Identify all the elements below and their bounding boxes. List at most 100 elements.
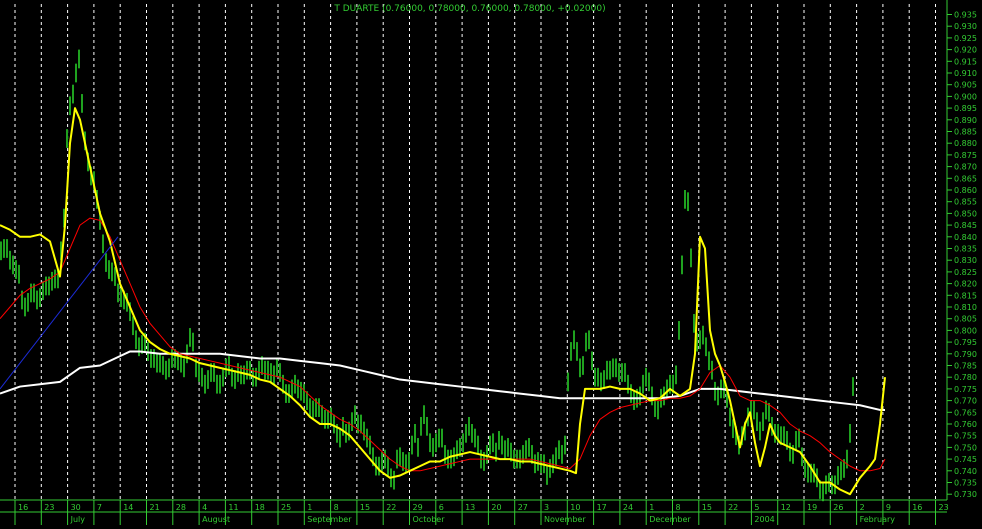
y-tick-label: 0.915 [954,57,977,66]
x-day-label: 19 [807,503,817,512]
price-bar [783,426,785,446]
x-month-label: August [202,515,230,524]
price-bar [648,372,650,392]
price-bar [789,442,791,462]
x-day-label: 13 [465,503,475,512]
y-tick-label: 0.835 [954,245,977,254]
price-bar [69,96,71,116]
price-bar [0,241,2,261]
price-bar [594,367,596,387]
price-bar [624,363,626,382]
x-day-label: 23 [939,503,949,512]
price-bar [219,374,221,394]
price-bar [369,435,371,455]
price-bar [378,456,380,476]
price-bar [423,405,425,424]
y-tick-label: 0.800 [954,326,977,335]
price-bar [501,435,503,455]
x-day-label: 16 [18,503,28,512]
price-bar [681,255,683,275]
price-bar [321,405,323,424]
y-tick-label: 0.925 [954,34,977,43]
price-bar [714,381,716,401]
price-bar [612,358,614,378]
price-bar [297,379,299,399]
y-tick-label: 0.770 [954,397,977,406]
x-day-label: 16 [912,503,922,512]
y-tick-label: 0.890 [954,116,977,125]
price-bar [327,409,329,429]
x-month-label: December [649,515,691,524]
price-bar [471,424,473,443]
price-bar [198,363,200,382]
x-day-label: 17 [597,503,607,512]
x-day-label: 23 [44,503,54,512]
x-month-label: 2004 [754,515,774,524]
price-bar [468,416,470,436]
x-day-label: 8 [334,503,339,512]
price-bar [615,358,617,378]
x-day-label: 22 [728,503,738,512]
price-bar [435,433,437,453]
x-day-label: 14 [123,503,133,512]
price-bar [15,260,17,279]
x-month-label: October [413,515,446,524]
price-bar [561,445,563,464]
y-tick-label: 0.845 [954,221,977,230]
price-bar [642,374,644,394]
price-bar [12,255,14,275]
x-day-label: 4 [202,503,207,512]
price-bar [246,360,248,380]
price-bar [36,290,38,310]
price-bar [507,438,509,457]
y-tick-label: 0.815 [954,291,977,300]
price-bar [573,330,575,350]
y-tick-label: 0.790 [954,350,977,359]
price-bar [39,288,41,307]
price-bar [276,358,278,378]
price-bar [174,349,176,368]
price-bar [477,435,479,455]
price-bar [687,192,689,212]
y-tick-label: 0.730 [954,490,977,499]
price-bar [585,332,587,352]
price-bar [582,356,584,375]
x-day-label: 20 [491,503,501,512]
price-bar [417,438,419,457]
price-bar [807,463,809,483]
price-bar [351,412,353,432]
x-day-label: 9 [886,503,891,512]
price-bar [192,332,194,352]
y-tick-label: 0.900 [954,92,977,101]
chart-title: T DUARTE (0.76000, 0.78000, 0.76000, 0.7… [333,4,605,14]
price-bar [387,456,389,476]
price-bar [324,409,326,429]
x-day-label: 1 [307,503,312,512]
price-bar [666,379,668,399]
price-bar [684,190,686,209]
x-month-label: September [307,515,352,524]
y-tick-label: 0.875 [954,151,977,160]
x-day-label: 18 [255,503,265,512]
price-bar [363,421,365,441]
price-bar [405,454,407,474]
x-day-label: 12 [781,503,791,512]
price-bar [207,370,209,389]
price-bar [492,433,494,453]
price-bar [444,445,446,464]
price-bar [24,297,26,317]
x-day-label: 7 [97,503,102,512]
price-bar [399,447,401,467]
price-bar [216,374,218,394]
price-bar [273,365,275,385]
price-bar [267,360,269,380]
y-tick-label: 0.740 [954,467,977,476]
y-tick-label: 0.785 [954,362,977,371]
y-tick-label: 0.745 [954,455,977,464]
price-bar [729,407,731,427]
price-bar [135,330,137,350]
y-tick-label: 0.850 [954,209,977,218]
price-bar [606,360,608,380]
y-tick-label: 0.830 [954,256,977,265]
price-bar [552,454,554,474]
